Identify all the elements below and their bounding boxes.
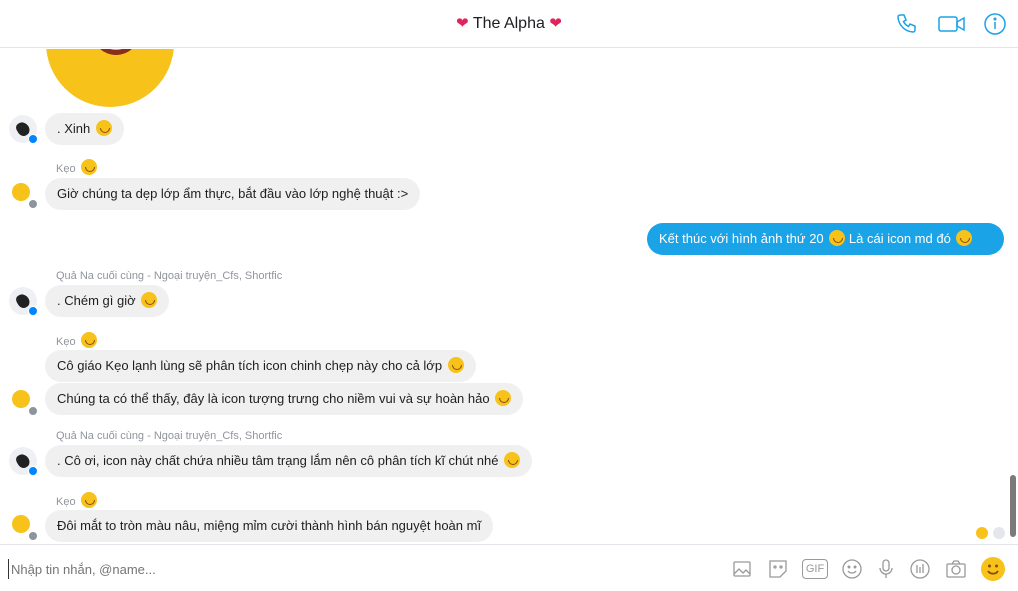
scrollbar-thumb[interactable] (1010, 475, 1016, 537)
smile-emoji-icon (495, 390, 512, 406)
smile-emoji-icon (12, 390, 30, 408)
smile-emoji-icon (12, 183, 30, 201)
avatar[interactable] (9, 180, 38, 209)
video-camera-icon[interactable] (938, 12, 966, 36)
sticker-icon[interactable] (766, 557, 790, 581)
smile-emoji-icon (80, 159, 97, 175)
conversation-title: ❤ The Alpha ❤ (0, 14, 1018, 33)
messenger-badge-icon (28, 466, 38, 476)
camera-icon[interactable] (944, 557, 968, 581)
poll-icon[interactable] (908, 557, 932, 581)
info-icon[interactable] (983, 12, 1007, 36)
message-bubble[interactable]: . Cô ơi, icon này chất chứa nhiều tâm tr… (45, 445, 533, 477)
message-bubble[interactable]: Cô giáo Kẹo lạnh lùng sẽ phân tích icon … (45, 350, 476, 382)
message-input[interactable] (8, 559, 508, 579)
sender-name: Kẹo (56, 159, 97, 175)
sender-name: Quả Na cuối cùng - Ngoại truyện_Cfs, Sho… (56, 430, 283, 442)
laughing-emoji-icon (141, 292, 158, 308)
message-text: . Cô ơi, icon này chất chứa nhiều tâm tr… (57, 453, 499, 468)
facebook-badge-icon (28, 406, 38, 416)
image-icon[interactable] (730, 557, 754, 581)
message-text: Đôi mắt to tròn màu nâu, miệng mỉm cười … (57, 518, 482, 533)
message-text: . Xinh (57, 121, 91, 136)
gif-button[interactable]: GIF (802, 559, 828, 579)
seen-avatar (976, 527, 988, 539)
message-bubble[interactable]: . Chém gì giờ (45, 285, 170, 317)
message-text: . Chém gì giờ (57, 293, 136, 308)
smile-emoji-icon (504, 452, 521, 468)
seen-avatar (993, 527, 1005, 539)
smile-emoji-icon (95, 120, 112, 136)
like-emoji-icon[interactable] (980, 556, 1006, 582)
message-list[interactable]: . Xinh Kẹo Giờ chúng ta dẹp lớp ẩm thực,… (0, 49, 1018, 543)
avatar[interactable] (9, 387, 38, 416)
facebook-badge-icon (28, 531, 38, 541)
emoji-icon[interactable] (840, 557, 864, 581)
messenger-badge-icon (28, 134, 38, 144)
avatar[interactable] (9, 447, 38, 476)
avatar[interactable] (9, 512, 38, 541)
message-text: Cô giáo Kẹo lạnh lùng sẽ phân tích icon … (57, 358, 443, 373)
phone-icon[interactable] (895, 12, 919, 36)
microphone-icon[interactable] (874, 557, 898, 581)
message-bubble-sent[interactable]: Kết thúc với hình ảnh thứ 20 Là cái icon… (647, 223, 1005, 255)
sender-name: Quả Na cuối cùng - Ngoại truyện_Cfs, Sho… (56, 270, 283, 282)
message-text: Kết thúc với hình ảnh thứ 20 (659, 231, 824, 246)
smile-emoji-icon (447, 357, 464, 373)
message-bubble[interactable]: Chúng ta có thể thấy, đây là icon tượng … (45, 383, 524, 415)
smile-emoji-icon (956, 230, 973, 246)
smile-emoji-icon (80, 492, 97, 508)
large-emoji-sticker (46, 49, 174, 107)
smile-emoji-icon (80, 332, 97, 348)
message-bubble[interactable]: Đôi mắt to tròn màu nâu, miệng mỉm cười … (45, 510, 494, 542)
smile-emoji-icon (829, 230, 846, 246)
message-text: Là cái icon md đó (848, 231, 951, 246)
message-bubble[interactable]: . Xinh (45, 113, 124, 145)
messenger-badge-icon (28, 306, 38, 316)
avatar[interactable] (9, 287, 38, 316)
conversation-name: The Alpha (472, 15, 545, 32)
chat-header: ❤ The Alpha ❤ (0, 0, 1018, 48)
heart-icon: ❤ (549, 15, 562, 32)
avatar[interactable] (9, 115, 38, 144)
smile-emoji-icon (12, 515, 30, 533)
sender-name: Kẹo (56, 492, 97, 508)
facebook-badge-icon (28, 199, 38, 209)
heart-icon: ❤ (456, 15, 469, 32)
message-bubble[interactable]: Giờ chúng ta dẹp lớp ẩm thực, bắt đầu và… (45, 178, 421, 210)
message-composer: GIF (0, 544, 1018, 591)
message-text: Giờ chúng ta dẹp lớp ẩm thực, bắt đầu và… (57, 186, 409, 201)
sender-name: Kẹo (56, 332, 97, 348)
message-text: Chúng ta có thể thấy, đây là icon tượng … (57, 391, 490, 406)
